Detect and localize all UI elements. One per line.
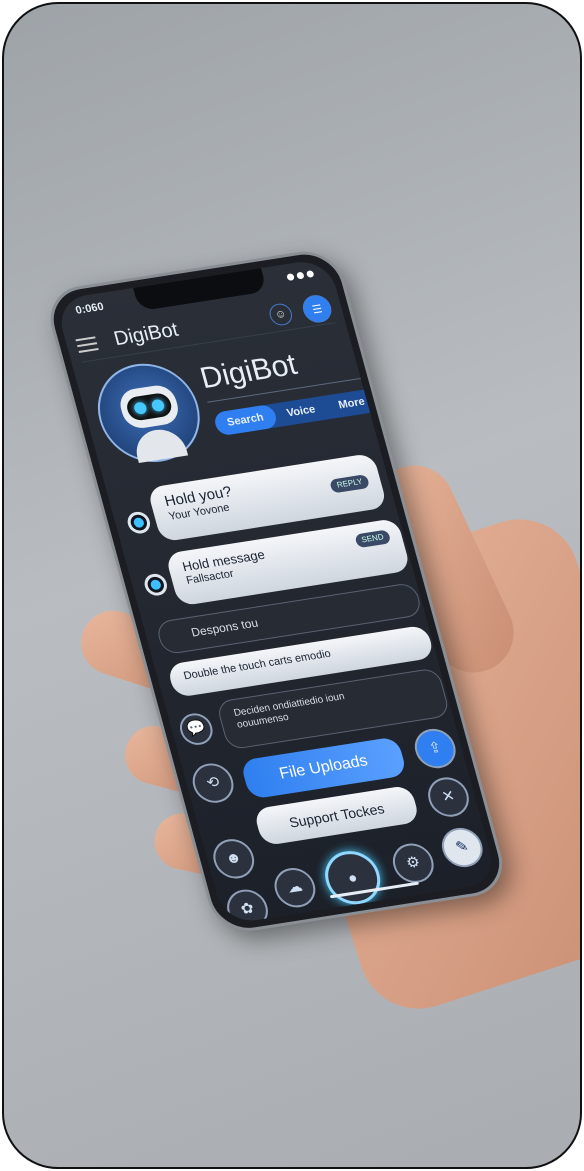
help-button[interactable]: ⚙ (388, 840, 439, 886)
background: 0:060 DigiBot ☺ ☰ DigiBot Search Voice M… (2, 2, 582, 1169)
smile-icon[interactable]: ☺ (266, 301, 295, 327)
robot-head-icon (116, 383, 183, 431)
share-button[interactable]: ⟲ (188, 760, 239, 806)
bot-button[interactable]: ✿ (222, 886, 273, 925)
more-pill[interactable]: More (324, 388, 380, 419)
response-text: Despons tou (189, 615, 260, 640)
profile-button[interactable]: ☻ (208, 836, 259, 882)
message-indicator-icon (125, 510, 153, 536)
message-text: Double the touch carts emodio (182, 647, 333, 683)
gallery-button[interactable]: ☁ (269, 865, 320, 911)
search-pill[interactable]: Search (212, 403, 279, 437)
upload-icon-button[interactable]: ⇪ (410, 726, 461, 772)
status-time: 0:060 (74, 300, 106, 317)
ticket-button[interactable]: ✎ (437, 825, 488, 870)
bot-avatar (86, 356, 212, 470)
button-label: Support Tockes (287, 800, 387, 831)
menu-icon[interactable] (75, 335, 99, 353)
chat-icon[interactable]: ☰ (299, 292, 335, 325)
mic-button[interactable]: ● (318, 847, 387, 909)
button-label: File Uploads (277, 752, 370, 783)
app-title: DigiBot (111, 318, 181, 351)
message-indicator-icon (142, 572, 170, 598)
settings-button[interactable]: ✕ (423, 774, 474, 820)
voice-pill[interactable]: Voice (272, 396, 330, 427)
bot-actions: Search Voice More (212, 388, 380, 437)
status-icons (283, 268, 316, 284)
chat-bubble-button[interactable]: 💬 (176, 711, 217, 748)
robot-body-icon (130, 426, 189, 463)
